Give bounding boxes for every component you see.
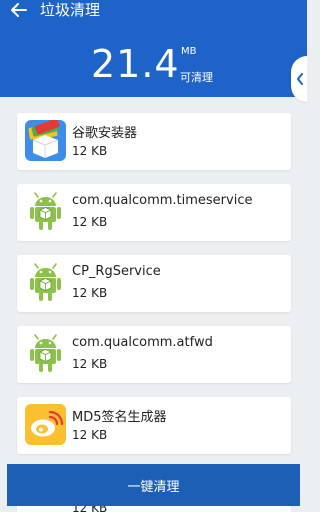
chevron-left-icon [297,73,303,85]
page-title: 垃圾清理 [40,1,101,19]
app-name: 谷歌安装器 [72,126,138,141]
app-name: MD5签名生成器 [72,410,167,425]
back-button[interactable] [8,0,30,20]
app-name: CP_RgService [72,264,161,279]
junk-size-unit: MB [181,46,197,57]
header: 垃圾清理 21.4 MB 可清理 [0,0,307,97]
app-size: 12 KB [72,428,108,442]
list-item[interactable]: 谷歌安装器 12 KB [17,113,291,170]
app-size: 12 KB [72,286,108,300]
junk-size-caption: 可清理 [180,71,213,84]
side-drawer-handle[interactable] [291,56,307,102]
weibo-icon [25,404,66,445]
app-size: 12 KB [72,215,108,229]
app-name: com.qualcomm.atfwd [72,335,213,350]
list-item[interactable]: MD5签名生成器 12 KB [17,397,291,454]
list-item[interactable]: com.qualcomm.timeservice 12 KB [17,184,291,241]
list-item[interactable]: com.qualcomm.atfwd 12 KB [17,326,291,383]
junk-size-value: 21.4 [91,42,180,86]
junk-size-summary: 21.4 MB 可清理 [0,42,307,88]
one-click-clean-button[interactable]: 一键清理 [7,464,300,506]
app-size: 12 KB [72,357,108,371]
list-item[interactable]: CP_RgService 12 KB [17,255,291,312]
app-name: com.qualcomm.timeservice [72,193,253,208]
google-installer-icon [25,120,66,161]
android-icon [30,334,61,372]
back-arrow-icon [11,3,27,17]
android-icon [30,192,61,230]
app-size: 12 KB [72,144,108,158]
junk-clean-screen: 垃圾清理 21.4 MB 可清理 谷歌安装器 12 KB com.qualcom… [0,0,307,512]
android-icon [30,263,61,301]
top-bar: 垃圾清理 [0,0,307,22]
